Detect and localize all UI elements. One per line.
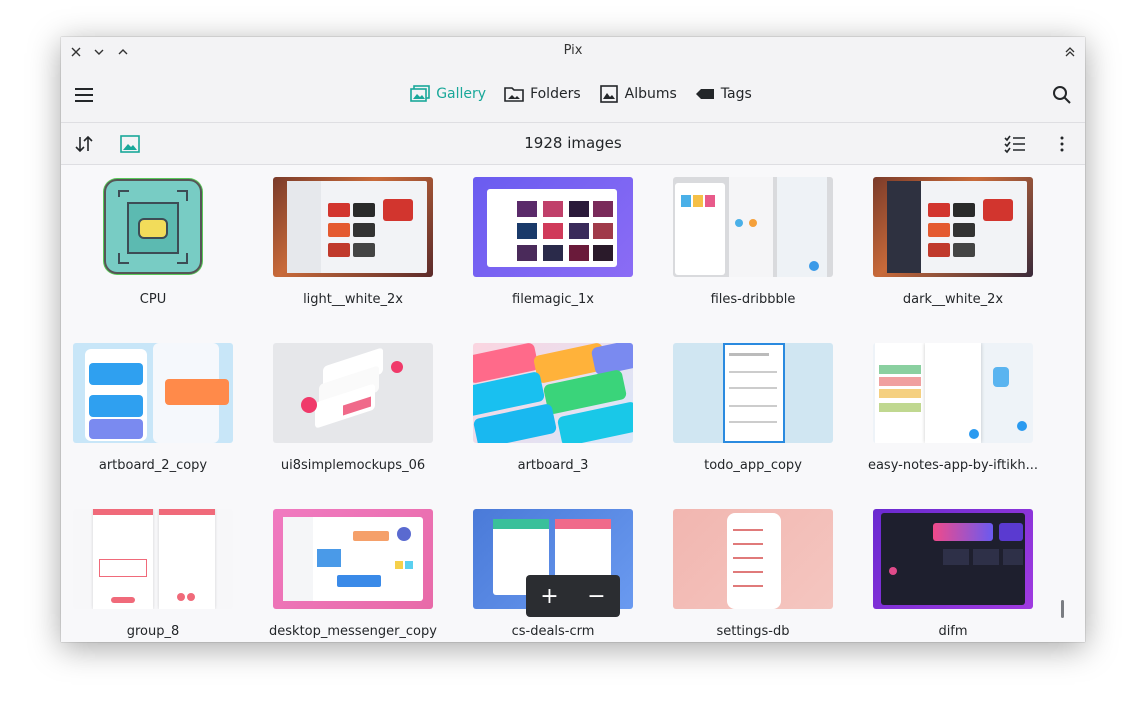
thumbnail-artboard-2-copy [73, 343, 233, 443]
thumbnail-easy-notes-app [873, 343, 1033, 443]
window-title: Pix [563, 43, 583, 58]
grid-item[interactable]: difm [873, 498, 1033, 642]
grid-item[interactable]: dark__white_2x [873, 166, 1033, 316]
title-bar: Pix [61, 37, 1085, 66]
view-switcher: Gallery Folders Albums Tags [61, 81, 1085, 107]
item-name: desktop_messenger_copy [269, 624, 437, 639]
item-name: difm [938, 624, 968, 639]
app-window: Pix Gallery Folders Albums Tags 1928 ima… [61, 37, 1085, 642]
thumbnail-group-8 [73, 509, 233, 609]
zoom-in-button[interactable]: + [540, 584, 558, 609]
item-name: CPU [139, 292, 167, 307]
item-name: todo_app_copy [704, 458, 802, 473]
tab-folders[interactable]: Folders [504, 81, 581, 107]
selection-mode-button[interactable] [1002, 131, 1028, 157]
thumbnail-dark-white [873, 177, 1033, 277]
item-name: light__white_2x [303, 292, 403, 307]
thumbnail-filemagic [473, 177, 633, 277]
kebab-menu-icon [1060, 136, 1064, 152]
grid-item[interactable]: ui8simplemockups_06 [273, 332, 433, 482]
item-name: filemagic_1x [512, 292, 594, 307]
cpu-icon [103, 178, 203, 275]
search-button[interactable] [1049, 82, 1075, 108]
gallery-icon [410, 85, 430, 102]
keep-above-button[interactable] [1060, 42, 1080, 62]
thumbnail-desktop-messenger [273, 509, 433, 609]
thumbnail-cpu [73, 177, 233, 277]
zoom-control: + − [526, 575, 620, 617]
image-count: 1928 images [524, 134, 622, 152]
item-name: group_8 [126, 624, 180, 639]
image-grid: CPU light__white_2x filemagic_1x files-d… [61, 166, 1085, 642]
item-name: dark__white_2x [902, 292, 1004, 307]
folder-icon [504, 87, 524, 102]
grid-item[interactable]: desktop_messenger_copy [269, 498, 437, 642]
thumbnail-ui8simplemockups [273, 343, 433, 443]
grid-item[interactable]: artboard_2_copy [73, 332, 233, 482]
thumbnail-light-white [273, 177, 433, 277]
gallery-toolbar: 1928 images [61, 123, 1085, 165]
tab-gallery[interactable]: Gallery [410, 81, 486, 107]
search-icon [1053, 86, 1071, 104]
grid-item[interactable]: easy-notes-app-by-iftikh... [868, 332, 1038, 482]
item-name: ui8simplemockups_06 [280, 458, 426, 473]
thumbnail-difm [873, 509, 1033, 609]
thumbnail-artboard-3 [473, 343, 633, 443]
main-toolbar: Gallery Folders Albums Tags [61, 66, 1085, 123]
grid-item[interactable]: artboard_3 [473, 332, 633, 482]
thumbnail-settings-db [673, 509, 833, 609]
item-name: files-dribbble [710, 292, 796, 307]
tab-tags[interactable]: Tags [695, 81, 752, 107]
grid-item[interactable]: CPU [73, 166, 233, 316]
checklist-icon [1004, 135, 1025, 154]
item-name: settings-db [716, 624, 790, 639]
tag-icon [695, 89, 714, 99]
item-name: easy-notes-app-by-iftikh... [867, 458, 1039, 473]
zoom-out-button[interactable]: − [587, 584, 605, 609]
grid-item[interactable]: todo_app_copy [673, 332, 833, 482]
more-options-button[interactable] [1050, 131, 1074, 157]
thumbnail-todo-app-copy [673, 343, 833, 443]
grid-item[interactable]: light__white_2x [273, 166, 433, 316]
double-chevron-up-icon [1065, 47, 1075, 57]
grid-item[interactable]: files-dribbble [673, 166, 833, 316]
tab-albums-label: Albums [624, 86, 677, 102]
tab-folders-label: Folders [530, 86, 581, 102]
album-icon [599, 85, 618, 103]
grid-item[interactable]: group_8 [73, 498, 233, 642]
grid-item[interactable]: filemagic_1x [473, 166, 633, 316]
tab-albums[interactable]: Albums [599, 81, 677, 107]
item-name: artboard_3 [517, 458, 589, 473]
thumbnail-files-dribbble [673, 177, 833, 277]
scrollbar-handle[interactable] [1061, 600, 1064, 618]
tab-tags-label: Tags [720, 86, 752, 102]
item-name: artboard_2_copy [98, 458, 208, 473]
grid-item[interactable]: cs-deals-crm [473, 498, 633, 642]
grid-item[interactable]: settings-db [673, 498, 833, 642]
tab-gallery-label: Gallery [436, 86, 487, 102]
item-name: cs-deals-crm [511, 624, 595, 639]
